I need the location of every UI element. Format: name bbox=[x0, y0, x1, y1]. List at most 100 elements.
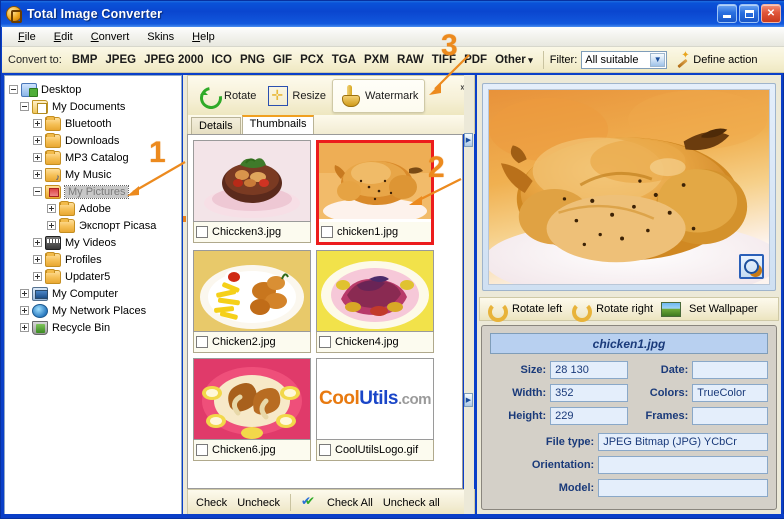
thumbnail-image bbox=[193, 140, 311, 222]
menu-help[interactable]: Help bbox=[184, 29, 223, 45]
roast-chicken-art bbox=[319, 143, 431, 222]
preview-image[interactable] bbox=[488, 89, 770, 285]
expand-icon[interactable] bbox=[20, 306, 29, 315]
tree-node-export-picasa[interactable]: Экспорт Picasa bbox=[9, 217, 179, 234]
tree-node-bluetooth[interactable]: Bluetooth bbox=[9, 115, 179, 132]
rotate-tool-button[interactable]: Rotate bbox=[192, 79, 262, 113]
collapse-icon[interactable] bbox=[33, 187, 42, 196]
salad-bowl-art bbox=[194, 141, 310, 221]
expand-icon[interactable] bbox=[33, 255, 42, 264]
check-button[interactable]: Check bbox=[196, 497, 227, 509]
window-title: Total Image Converter bbox=[27, 7, 163, 21]
define-action-button[interactable]: Define action bbox=[675, 50, 757, 67]
splitter-scroll-up-button[interactable]: ▶ bbox=[464, 133, 473, 147]
expand-icon[interactable] bbox=[33, 153, 42, 162]
convert-to-bar: Convert to: BMP JPEG JPEG 2000 ICO PNG G… bbox=[2, 47, 784, 73]
splitter-scroll-down-button[interactable]: ▶ bbox=[464, 393, 473, 407]
collapse-icon[interactable] bbox=[9, 85, 18, 94]
resize-tool-button[interactable]: Resize bbox=[262, 79, 332, 113]
expand-icon[interactable] bbox=[20, 323, 29, 332]
menu-edit[interactable]: Edit bbox=[46, 29, 81, 45]
expand-icon[interactable] bbox=[33, 272, 42, 281]
uncheck-all-button[interactable]: Uncheck all bbox=[383, 497, 440, 509]
tree-node-label: My Network Places bbox=[52, 304, 147, 317]
expand-icon[interactable] bbox=[20, 289, 29, 298]
tree-node-desktop[interactable]: Desktop bbox=[9, 81, 179, 98]
preview-panel: Rotate left Rotate right Set Wallpaper c… bbox=[477, 75, 781, 516]
format-jpeg2000[interactable]: JPEG 2000 bbox=[140, 52, 207, 68]
thumbnail-item[interactable]: Chicken6.jpg bbox=[193, 358, 311, 461]
collapse-icon[interactable] bbox=[20, 102, 29, 111]
watermark-tool-button[interactable]: Watermark bbox=[332, 78, 426, 113]
thumbnail-checkbox[interactable] bbox=[321, 226, 333, 238]
expand-icon[interactable] bbox=[33, 136, 42, 145]
format-gif[interactable]: GIF bbox=[269, 52, 296, 68]
format-png[interactable]: PNG bbox=[236, 52, 269, 68]
format-pcx[interactable]: PCX bbox=[296, 52, 328, 68]
annotation-number-1: 1 bbox=[149, 136, 166, 169]
magic-wand-icon bbox=[675, 50, 689, 67]
close-icon: ✕ bbox=[766, 8, 776, 19]
format-other-dropdown[interactable]: Other bbox=[491, 52, 537, 68]
menu-file[interactable]: FFileile bbox=[10, 29, 44, 45]
rotate-left-button[interactable]: Rotate left bbox=[512, 303, 562, 315]
format-raw[interactable]: RAW bbox=[393, 52, 428, 68]
tree-node-my-documents[interactable]: My Documents bbox=[9, 98, 179, 115]
thumbnail-checkbox[interactable] bbox=[196, 226, 208, 238]
expand-icon[interactable] bbox=[47, 204, 56, 213]
thumbnail-checkbox[interactable] bbox=[196, 444, 208, 456]
thumbnail-checkbox[interactable] bbox=[196, 336, 208, 348]
tree-node-updater5[interactable]: Updater5 bbox=[9, 268, 179, 285]
menu-skins[interactable]: Skins bbox=[139, 29, 182, 45]
expand-icon[interactable] bbox=[33, 170, 42, 179]
format-pdf[interactable]: PDF bbox=[460, 52, 491, 68]
tree-node-profiles[interactable]: Profiles bbox=[9, 251, 179, 268]
thumbnail-item[interactable]: Chiccken3.jpg bbox=[193, 140, 311, 245]
rotate-right-button[interactable]: Rotate right bbox=[596, 303, 653, 315]
close-button[interactable]: ✕ bbox=[761, 4, 781, 23]
thumbnail-checkbox[interactable] bbox=[319, 336, 331, 348]
expand-icon[interactable] bbox=[33, 238, 42, 247]
tree-node-adobe[interactable]: Adobe bbox=[9, 200, 179, 217]
thumbnail-item[interactable]: Chicken2.jpg bbox=[193, 250, 311, 353]
thumbnail-checkbox[interactable] bbox=[319, 444, 331, 456]
thumbnail-caption: Chicken2.jpg bbox=[193, 332, 311, 353]
format-ico[interactable]: ICO bbox=[208, 52, 236, 68]
filter-select[interactable]: All suitable ▼ bbox=[581, 50, 668, 69]
chevron-down-icon[interactable]: ▼ bbox=[650, 52, 666, 67]
thumbnail-item-selected[interactable]: chicken1.jpg bbox=[316, 140, 434, 245]
window-bottom-edge bbox=[2, 514, 784, 518]
filetype-label: File type: bbox=[545, 436, 595, 448]
tab-details[interactable]: Details bbox=[191, 117, 241, 134]
format-jpeg[interactable]: JPEG bbox=[101, 52, 140, 68]
expand-icon[interactable] bbox=[33, 119, 42, 128]
thumbnail-caption: Chicken6.jpg bbox=[193, 440, 311, 461]
application-window: Total Image Converter ✕ FFileile Edit Co… bbox=[0, 0, 784, 519]
tree-node-my-pictures[interactable]: My Pictures bbox=[9, 183, 179, 200]
check-all-button[interactable]: Check All bbox=[327, 497, 373, 509]
zoom-magnifier-icon[interactable] bbox=[739, 254, 764, 279]
thumbnail-grid[interactable]: Chiccken3.jpg chicken1.jpg Chicken2.jpg … bbox=[187, 134, 463, 489]
maximize-button[interactable] bbox=[739, 4, 759, 23]
minimize-button[interactable] bbox=[717, 4, 737, 23]
tree-node-recycle-bin[interactable]: Recycle Bin bbox=[9, 319, 179, 336]
set-wallpaper-button[interactable]: Set Wallpaper bbox=[689, 303, 758, 315]
thumbnail-caption: CoolUtilsLogo.gif bbox=[316, 440, 434, 461]
uncheck-button[interactable]: Uncheck bbox=[237, 497, 280, 509]
tab-thumbnails[interactable]: Thumbnails bbox=[241, 115, 315, 134]
expand-icon[interactable] bbox=[47, 221, 56, 230]
format-tga[interactable]: TGA bbox=[328, 52, 360, 68]
menu-convert[interactable]: Convert bbox=[83, 29, 138, 45]
thumbnail-item[interactable]: Chicken4.jpg bbox=[316, 250, 434, 353]
height-label: Height: bbox=[508, 410, 547, 422]
format-bmp[interactable]: BMP bbox=[68, 52, 102, 68]
video-folder-icon bbox=[45, 235, 61, 250]
tree-node-label: Profiles bbox=[65, 253, 102, 266]
desktop-icon bbox=[21, 82, 38, 97]
left-splitter-handle[interactable] bbox=[183, 216, 186, 222]
format-pxm[interactable]: PXM bbox=[360, 52, 393, 68]
thumbnail-item[interactable]: CoolUtils.com CoolUtilsLogo.gif bbox=[316, 358, 434, 461]
tree-node-my-network-places[interactable]: My Network Places bbox=[9, 302, 179, 319]
tree-node-my-computer[interactable]: My Computer bbox=[9, 285, 179, 302]
tree-node-my-videos[interactable]: My Videos bbox=[9, 234, 179, 251]
